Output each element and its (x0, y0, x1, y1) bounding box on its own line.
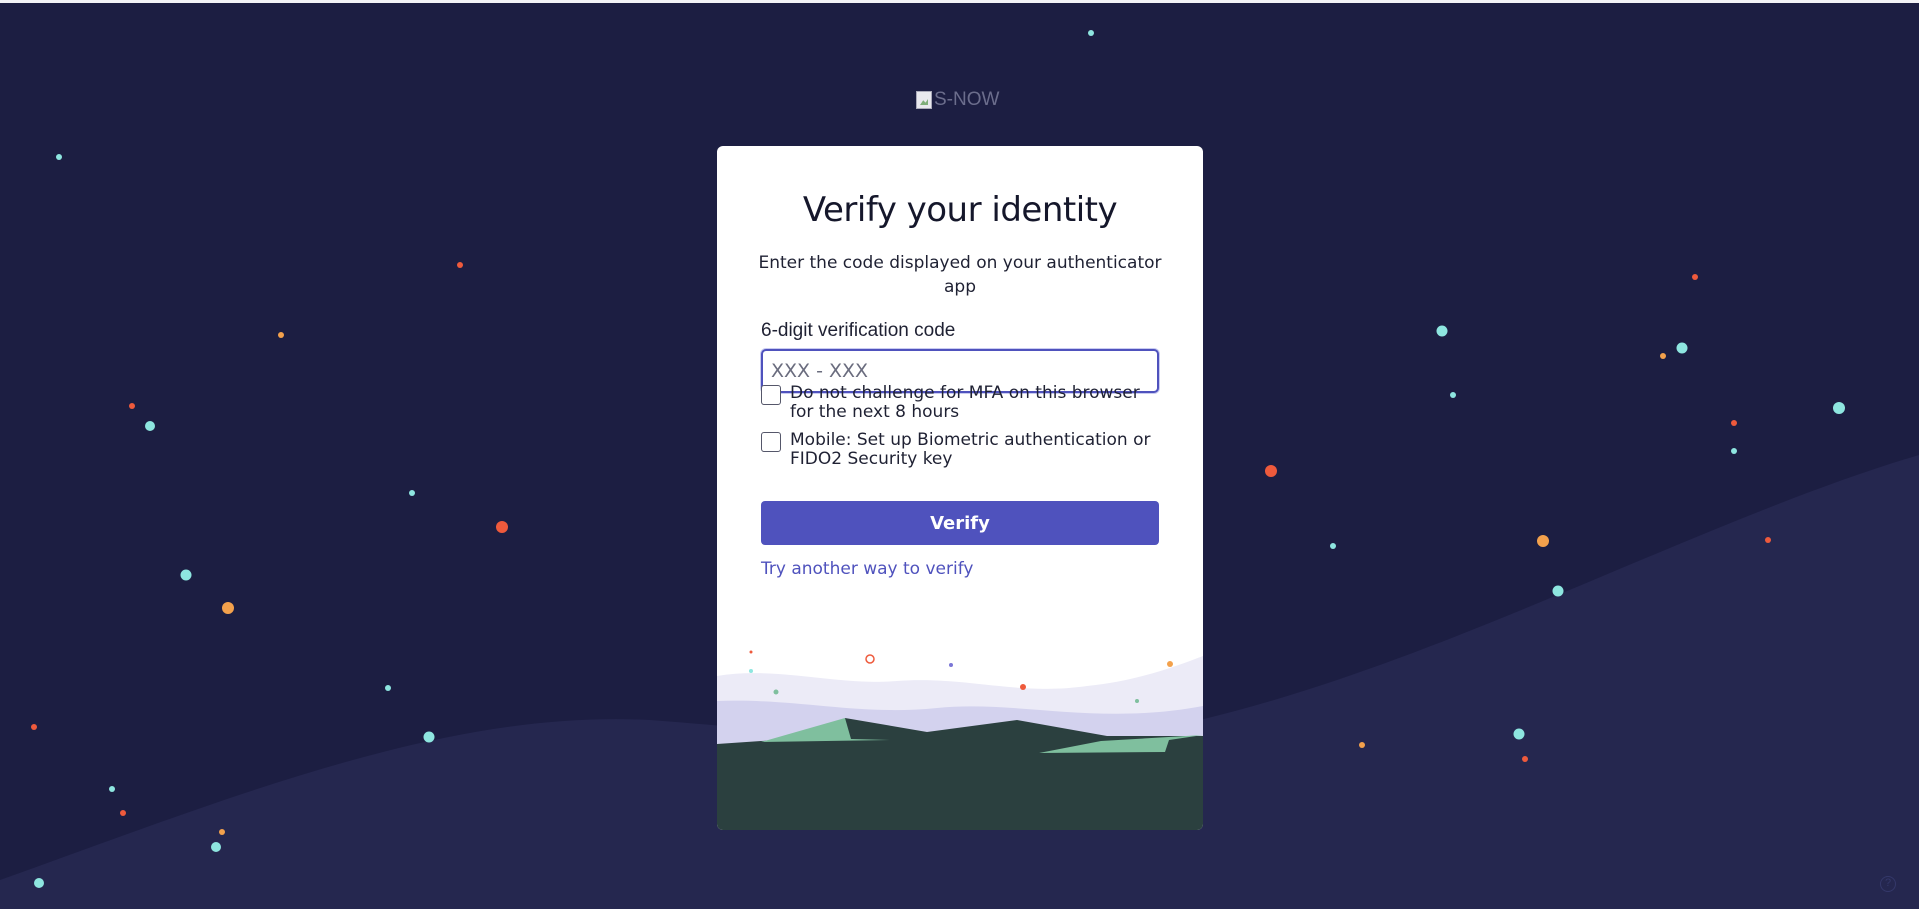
biometric-setup-row[interactable]: Mobile: Set up Biometric authentication … (761, 431, 1160, 469)
star-dot (1676, 342, 1688, 354)
mfa-remember-row[interactable]: Do not challenge for MFA on this browser… (761, 384, 1160, 422)
logo: S-NOW (916, 88, 999, 112)
landscape-illustration (717, 650, 1203, 830)
instructions-text: Enter the code displayed on your authent… (758, 253, 1162, 297)
help-circle-icon[interactable]: ? (1880, 876, 1896, 892)
star-dot (496, 521, 508, 533)
star-dot (34, 878, 44, 888)
broken-image-icon (916, 91, 932, 109)
star-dot (385, 685, 391, 691)
star-dot (1265, 465, 1277, 477)
star-dot (1552, 585, 1564, 597)
star-dot (56, 154, 62, 160)
star-dot (120, 810, 126, 816)
verify-card: Verify your identity Enter the code disp… (717, 146, 1203, 830)
star-dot (31, 724, 37, 730)
star-dot (409, 490, 415, 496)
star-dot (1359, 742, 1365, 748)
star-dot (1450, 392, 1456, 398)
star-dot (1692, 274, 1698, 280)
star-dot (145, 421, 155, 431)
star-dot (278, 332, 284, 338)
star-dot (222, 602, 234, 614)
star-dot (1436, 325, 1448, 337)
star-dot (1330, 543, 1336, 549)
star-dot (1833, 402, 1845, 414)
logo-alt-text: S-NOW (934, 89, 1000, 110)
biometric-setup-label[interactable]: Mobile: Set up Biometric authentication … (790, 431, 1160, 469)
page-title: Verify your identity (802, 190, 1118, 230)
star-dot (1731, 420, 1737, 426)
star-dot (1731, 448, 1737, 454)
star-dot (423, 731, 435, 743)
verify-button[interactable]: Verify (761, 501, 1159, 545)
star-dot (1765, 537, 1771, 543)
star-dot (1088, 30, 1094, 36)
star-dot (1522, 756, 1528, 762)
star-dot (109, 786, 115, 792)
code-field-label: 6-digit verification code (761, 320, 956, 341)
star-dot (129, 403, 135, 409)
star-dot (211, 842, 221, 852)
star-dot (180, 569, 192, 581)
biometric-setup-checkbox[interactable] (761, 432, 781, 452)
star-dot (1513, 728, 1525, 740)
try-another-way-link[interactable]: Try another way to verify (761, 559, 973, 579)
star-dot (1660, 353, 1666, 359)
mfa-remember-label[interactable]: Do not challenge for MFA on this browser… (790, 384, 1160, 422)
star-dot (1537, 535, 1549, 547)
mfa-remember-checkbox[interactable] (761, 385, 781, 405)
star-dot (457, 262, 463, 268)
star-dot (219, 829, 225, 835)
